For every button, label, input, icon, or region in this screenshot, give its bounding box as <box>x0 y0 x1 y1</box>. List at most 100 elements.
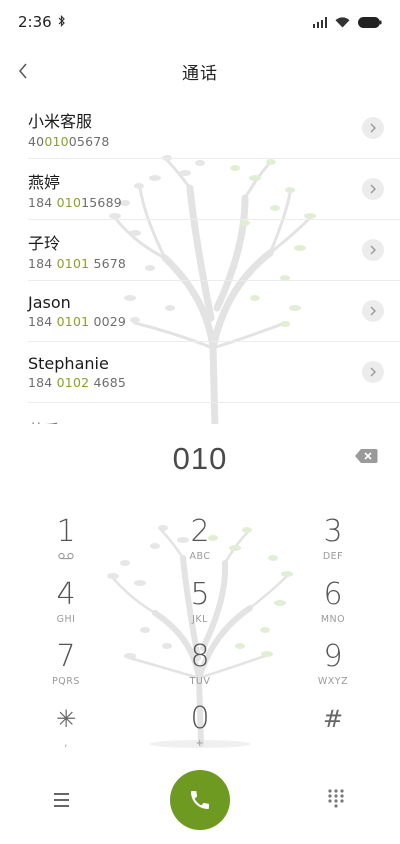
call-button[interactable] <box>170 770 230 830</box>
menu-icon <box>53 793 69 796</box>
key-1[interactable]: 1 <box>26 515 106 575</box>
key-letters: DEF <box>322 551 344 562</box>
number-match: 010 <box>44 133 69 149</box>
key-digit: 0 <box>190 701 210 736</box>
contact-name: 芸香 <box>28 417 60 424</box>
key-letters: + <box>195 738 205 749</box>
key-digit: 1 <box>56 514 76 549</box>
contact-number: 184 0101 5678 <box>28 256 126 271</box>
status-right <box>312 16 383 28</box>
dial-display: 010 <box>0 424 400 494</box>
number-match: 0101 <box>56 255 90 271</box>
contact-text: 小米客服 4001005678 <box>28 108 110 149</box>
contact-number: 184 0102 4685 <box>28 375 126 390</box>
key-3[interactable]: 3 DEF <box>293 515 373 575</box>
number-match: 010 <box>56 194 82 210</box>
backspace-icon <box>355 449 378 463</box>
contact-detail-button[interactable] <box>362 300 384 322</box>
dialpad-icon <box>328 789 344 808</box>
contact-item[interactable]: 芸香 <box>28 403 400 424</box>
contact-item[interactable]: 子玲 184 0101 5678 <box>28 220 400 281</box>
bluetooth-icon <box>58 14 66 30</box>
key-0[interactable]: 0 + <box>160 702 240 762</box>
key-star[interactable]: ✳ , <box>26 702 106 762</box>
number-suffix: 05678 <box>68 133 110 149</box>
key-digit: 6 <box>323 577 343 612</box>
contact-detail-button[interactable] <box>362 117 384 139</box>
key-5[interactable]: 5 JKL <box>160 578 240 638</box>
chevron-right-icon <box>370 184 376 194</box>
contact-text: Jason 184 0101 0029 <box>28 293 126 329</box>
key-letters: PQRS <box>52 676 80 687</box>
chevron-right-icon <box>370 367 376 377</box>
key-digit: 4 <box>56 577 76 612</box>
contact-name: Stephanie <box>28 354 109 373</box>
number-prefix: 184 <box>28 314 57 329</box>
number-match: 0102 <box>56 375 90 390</box>
key-4[interactable]: 4 GHI <box>26 578 106 638</box>
key-letters: JKL <box>192 614 208 625</box>
contact-name: 燕婷 <box>28 172 61 192</box>
contact-name: Jason <box>28 293 71 312</box>
back-button[interactable] <box>6 54 40 88</box>
contact-number: 184 01015689 <box>28 195 122 210</box>
phone-icon <box>191 791 209 809</box>
contact-text: 燕婷 184 01015689 <box>28 169 122 210</box>
status-bar: 2:36 <box>0 0 400 44</box>
backspace-button[interactable] <box>354 448 378 464</box>
key-letters: TUV <box>189 676 211 687</box>
dialpad-toggle-button[interactable] <box>327 788 351 812</box>
chevron-right-icon <box>370 123 376 133</box>
number-suffix: 15689 <box>81 194 122 210</box>
contact-item[interactable]: 小米客服 4001005678 <box>28 98 400 159</box>
page-title: 通话 <box>182 63 218 84</box>
key-letters: GHI <box>56 614 76 625</box>
key-letters: ABC <box>189 551 211 562</box>
dialed-number: 010 <box>172 441 228 476</box>
voicemail-icon <box>58 552 74 560</box>
key-letters: WXYZ <box>317 676 349 687</box>
number-prefix: 184 <box>28 255 57 271</box>
chevron-left-icon <box>19 63 27 79</box>
chevron-right-icon <box>370 245 376 255</box>
number-prefix: 184 <box>28 375 57 390</box>
contact-number: 4001005678 <box>28 134 110 149</box>
contact-detail-button[interactable] <box>362 178 384 200</box>
key-digit: 3 <box>323 514 343 549</box>
number-match: 0101 <box>56 314 90 329</box>
key-digit: 9 <box>323 639 343 674</box>
key-6[interactable]: 6 MNO <box>293 578 373 638</box>
contact-item[interactable]: Stephanie 184 0102 4685 <box>28 342 400 403</box>
key-9[interactable]: 9 WXYZ <box>293 640 373 700</box>
menu-icon <box>53 804 69 807</box>
number-suffix: 0029 <box>89 314 127 329</box>
signal-icon <box>312 16 327 28</box>
key-digit: 5 <box>190 577 210 612</box>
contact-list[interactable]: 小米客服 4001005678 燕婷 184 01015689 子玲 184 0… <box>0 98 400 424</box>
number-prefix: 184 <box>28 194 57 210</box>
key-7[interactable]: 7 PQRS <box>26 640 106 700</box>
battery-icon <box>358 16 382 28</box>
contact-name: 小米客服 <box>28 111 93 131</box>
contact-name: 子玲 <box>28 233 61 253</box>
contact-detail-button[interactable] <box>362 239 384 261</box>
number-suffix: 4685 <box>89 375 127 390</box>
bottom-bar <box>0 762 400 844</box>
chevron-right-icon <box>370 306 376 316</box>
key-digit: 8 <box>190 639 210 674</box>
contact-item[interactable]: Jason 184 0101 0029 <box>28 281 400 342</box>
menu-button[interactable] <box>48 787 74 813</box>
contact-text: 子玲 184 0101 5678 <box>28 230 126 271</box>
key-digit: ✳ <box>55 705 77 733</box>
status-left: 2:36 <box>18 13 66 31</box>
menu-icon <box>53 799 69 801</box>
key-2[interactable]: 2 ABC <box>160 515 240 575</box>
contact-item[interactable]: 燕婷 184 01015689 <box>28 159 400 220</box>
keypad: 1 2 ABC 3 DEF 4 GHI 5 JKL 6 MNO 7 PQRS 8… <box>0 500 400 762</box>
key-hash[interactable]: # <box>293 702 373 762</box>
number-suffix: 5678 <box>89 255 127 271</box>
wifi-icon <box>335 16 350 28</box>
key-8[interactable]: 8 TUV <box>160 640 240 700</box>
contact-detail-button[interactable] <box>362 361 384 383</box>
key-digit: 2 <box>190 514 210 549</box>
